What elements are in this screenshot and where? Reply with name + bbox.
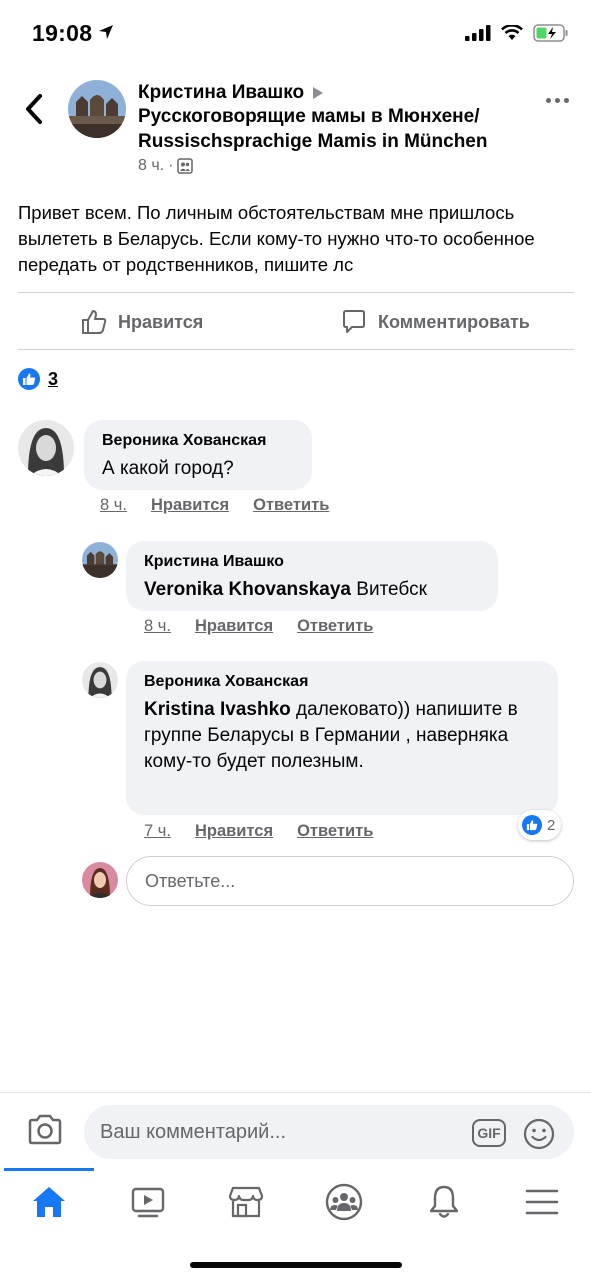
tab-marketplace[interactable] [226, 1182, 266, 1222]
thumbs-up-icon [82, 310, 107, 334]
comment-author[interactable]: Кристина Ивашко [144, 553, 480, 571]
marketplace-icon [228, 1186, 264, 1218]
status-time: 19:08 [32, 20, 93, 46]
comment-reaction-count: 2 [547, 816, 556, 834]
gif-button[interactable]: GIF [472, 1119, 506, 1147]
comment-bubble: Вероника Хованская А какой город? [84, 420, 312, 490]
group-avatar[interactable] [68, 80, 126, 138]
status-indicators [465, 24, 569, 42]
reaction-count: 3 [48, 368, 59, 389]
tab-notifications[interactable] [424, 1182, 464, 1222]
location-arrow-icon [99, 25, 113, 39]
like-button[interactable]: Нравится [80, 308, 203, 336]
triangle-right-icon [313, 87, 324, 99]
wifi-icon [501, 25, 523, 40]
active-tab-indicator [4, 1168, 94, 1171]
like-label: Нравится [118, 311, 204, 332]
home-icon [33, 1187, 65, 1217]
comment-reply-link[interactable]: Ответить [253, 496, 329, 515]
home-indicator[interactable] [190, 1262, 402, 1268]
bell-icon [429, 1185, 459, 1218]
post-time[interactable]: 8 ч. [138, 157, 164, 175]
post-text: Привет всем. По личным обстоятельствам м… [18, 202, 535, 275]
like-reaction-icon [522, 815, 542, 835]
mention[interactable]: Veronika Khovanskaya [144, 579, 351, 600]
comment-label: Комментировать [378, 311, 530, 332]
comment-reply-link[interactable]: Ответить [297, 617, 373, 636]
tab-menu[interactable] [522, 1182, 562, 1222]
like-reaction-icon [18, 368, 40, 390]
group-audience-icon [177, 158, 194, 174]
camera-icon[interactable] [26, 1113, 64, 1147]
tab-groups[interactable] [324, 1182, 364, 1222]
comment-time[interactable]: 8 ч. [144, 617, 171, 636]
watch-icon [131, 1187, 165, 1218]
comment-meta: 8 ч. Нравится Ответить [144, 617, 373, 636]
status-bar: 19:08 [0, 0, 591, 70]
avatar[interactable] [82, 542, 118, 578]
comment-meta: 8 ч. Нравится Ответить [100, 496, 329, 515]
post-author-line: Кристина Ивашко [138, 82, 324, 104]
comment-bubble: Вероника Хованская Kristina Ivashko дале… [126, 661, 558, 815]
avatar[interactable] [82, 662, 118, 698]
comment-text: А какой город? [102, 458, 234, 479]
comment-like-link[interactable]: Нравится [195, 822, 273, 841]
comment-like-link[interactable]: Нравится [151, 496, 229, 515]
comment-bubble: Кристина Ивашко Veronika Khovanskaya Вит… [126, 541, 498, 611]
tab-home[interactable] [29, 1182, 69, 1222]
comment-reaction-badge[interactable]: 2 [518, 810, 562, 840]
reply-input[interactable]: Ответьте... [126, 856, 574, 906]
divider [18, 292, 574, 293]
meta-separator: · [168, 157, 174, 174]
mention[interactable]: Kristina Ivashko [144, 699, 291, 720]
signal-icon [465, 25, 491, 41]
comment-text: Kristina Ivashko далековато)) напишите в… [144, 697, 540, 775]
post-meta: 8 ч. · [138, 157, 194, 175]
comment-body: Витебск [351, 579, 427, 600]
emoji-icon[interactable] [522, 1117, 556, 1151]
back-arrow-icon[interactable] [20, 92, 50, 126]
comment-author[interactable]: Вероника Хованская [144, 673, 540, 691]
tab-bar [0, 1168, 591, 1240]
menu-icon [525, 1189, 559, 1215]
battery-icon [533, 24, 568, 42]
user-avatar [82, 862, 118, 898]
reply-placeholder: Ответьте... [145, 870, 236, 891]
comment-button[interactable]: Комментировать [340, 308, 530, 336]
more-options-button[interactable] [546, 98, 569, 103]
comment-icon [343, 310, 365, 333]
avatar[interactable] [18, 420, 74, 476]
comment-reply-link[interactable]: Ответить [297, 822, 373, 841]
comment-author[interactable]: Вероника Хованская [102, 432, 294, 450]
comment-composer: Ваш комментарий... GIF [0, 1092, 591, 1170]
post-actions: Нравится Комментировать [18, 294, 574, 350]
tab-watch[interactable] [128, 1182, 168, 1222]
reactions-summary[interactable]: 3 [18, 368, 58, 390]
group-name[interactable]: Русскоговорящие мамы в Мюнхене/ Russisch… [138, 104, 528, 154]
comment-meta: 7 ч. Нравится Ответить [144, 822, 373, 841]
groups-icon [325, 1183, 363, 1221]
post-header: Кристина Ивашко Русскоговорящие мамы в М… [0, 70, 591, 185]
comment-placeholder: Ваш комментарий... [100, 1120, 287, 1143]
post-author[interactable]: Кристина Ивашко [138, 82, 304, 104]
divider [18, 349, 574, 350]
comment-like-link[interactable]: Нравится [195, 617, 273, 636]
comment-time[interactable]: 7 ч. [144, 822, 171, 841]
comment-time[interactable]: 8 ч. [100, 496, 127, 515]
comment-text: Veronika Khovanskaya Витебск [144, 577, 480, 603]
